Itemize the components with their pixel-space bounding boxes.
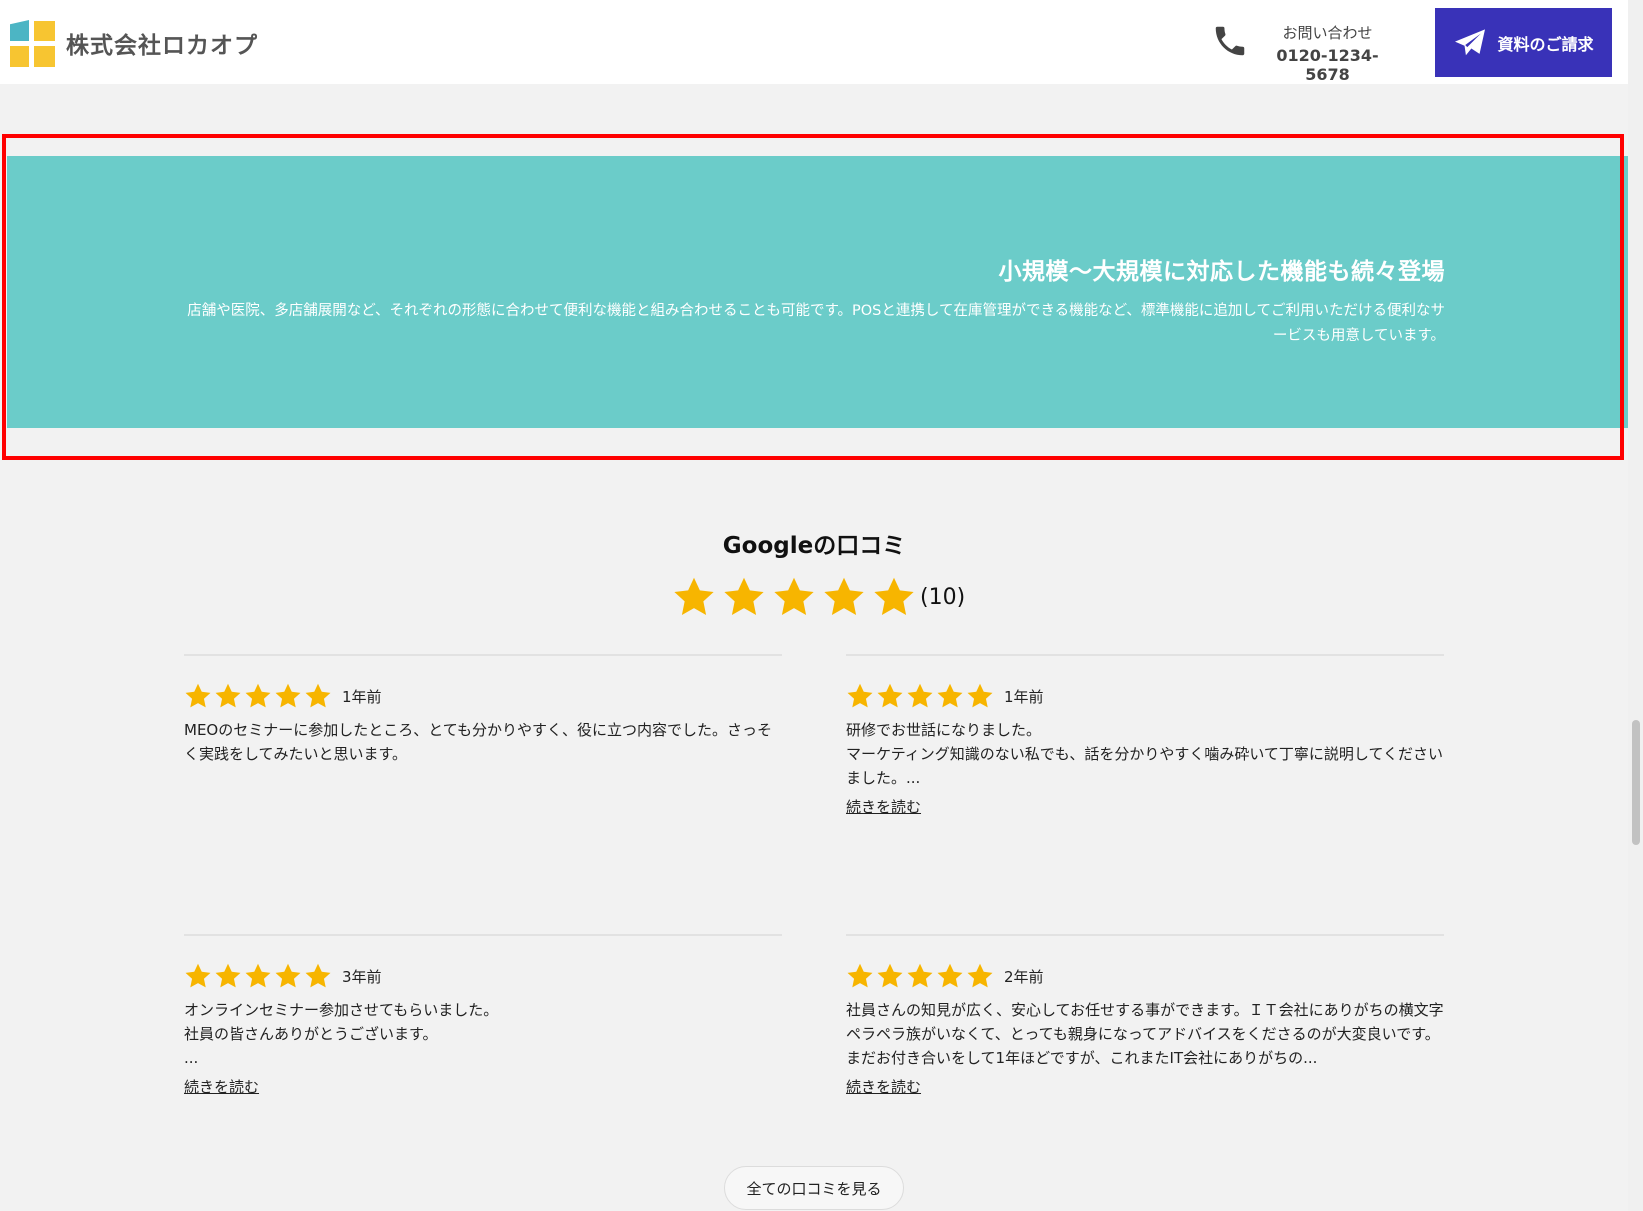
overall-stars	[672, 575, 922, 619]
banner-title: 小規模〜大規模に対応した機能も続々登場	[998, 259, 1445, 285]
star-icon	[215, 963, 241, 988]
overall-review-count: (10)	[920, 584, 966, 610]
review-stars	[846, 682, 996, 710]
banner-description: 店舗や医院、多店舗展開など、それぞれの形態に合わせて便利な機能と組み合わせること…	[187, 303, 1445, 344]
star-icon	[774, 577, 814, 615]
review-stars	[846, 962, 996, 990]
read-more-link[interactable]: 続きを読む	[846, 796, 921, 817]
star-icon	[724, 577, 764, 615]
star-icon	[275, 683, 301, 708]
all-reviews-button[interactable]: 全ての口コミを見る	[724, 1166, 904, 1210]
review-card: 1年前 MEOのセミナーに参加したところ、とても分かりやすく、役に立つ内容でした…	[184, 654, 782, 766]
review-card: 3年前 オンラインセミナー参加させてもらいました。 社員の皆さんありがとうござい…	[184, 934, 782, 1097]
star-icon	[877, 683, 903, 708]
paper-plane-icon	[1455, 28, 1486, 55]
star-icon	[185, 683, 211, 708]
review-card: 2年前 社員さんの知見が広く、安心してお任せする事ができます。ＩＴ会社にありがち…	[846, 934, 1444, 1097]
contact-phone-number[interactable]: 0120-1234-5678	[1255, 46, 1400, 84]
request-materials-label: 資料のご請求	[1497, 34, 1594, 54]
request-materials-button[interactable]: 資料のご請求	[1435, 8, 1612, 77]
read-more-link[interactable]: 続きを読む	[846, 1076, 921, 1097]
review-text: オンラインセミナー参加させてもらいました。 社員の皆さんありがとうございます。 …	[184, 1001, 499, 1067]
review-text: MEOのセミナーに参加したところ、とても分かりやすく、役に立つ内容でした。さっそ…	[184, 721, 773, 763]
star-icon	[305, 683, 331, 708]
star-icon	[907, 963, 933, 988]
feature-banner: 小規模〜大規模に対応した機能も続々登場 店舗や医院、多店舗展開など、それぞれの形…	[7, 156, 1628, 428]
star-icon	[847, 683, 873, 708]
page-scrollbar-thumb[interactable]	[1632, 720, 1640, 845]
star-icon	[305, 963, 331, 988]
review-time: 1年前	[1004, 687, 1044, 706]
star-icon	[824, 577, 864, 615]
star-icon	[245, 683, 271, 708]
star-icon	[185, 963, 211, 988]
review-text: 研修でお世話になりました。 マーケティング知識のない私でも、話を分かりやすく噛み…	[846, 721, 1444, 787]
review-text: 社員さんの知見が広く、安心してお任せする事ができます。ＩＴ会社にありがちの横文字…	[846, 1001, 1444, 1067]
star-icon	[874, 577, 914, 615]
reviews-title: Googleの口コミ	[722, 533, 906, 559]
site-header: 株式会社ロカオプ お問い合わせ 0120-1234-5678 資料のご請求	[0, 0, 1628, 84]
star-icon	[877, 963, 903, 988]
star-icon	[847, 963, 873, 988]
review-card: 1年前 研修でお世話になりました。 マーケティング知識のない私でも、話を分かりや…	[846, 654, 1444, 817]
star-icon	[967, 683, 993, 708]
star-icon	[245, 963, 271, 988]
phone-icon	[1215, 26, 1245, 56]
review-time: 3年前	[342, 967, 382, 986]
company-name[interactable]: 株式会社ロカオプ	[66, 26, 258, 60]
logo-mark-icon[interactable]	[10, 20, 55, 68]
star-icon	[907, 683, 933, 708]
star-icon	[937, 963, 963, 988]
contact-label: お問い合わせ	[1282, 24, 1373, 42]
star-icon	[967, 963, 993, 988]
review-stars	[184, 962, 334, 990]
star-icon	[275, 963, 301, 988]
review-stars	[184, 682, 334, 710]
review-time: 1年前	[342, 687, 382, 706]
star-icon	[674, 577, 714, 615]
review-time: 2年前	[1004, 967, 1044, 986]
star-icon	[215, 683, 241, 708]
read-more-link[interactable]: 続きを読む	[184, 1076, 259, 1097]
overall-rating: (10)	[672, 574, 965, 620]
star-icon	[937, 683, 963, 708]
page-scrollbar-track[interactable]	[1628, 0, 1643, 1211]
